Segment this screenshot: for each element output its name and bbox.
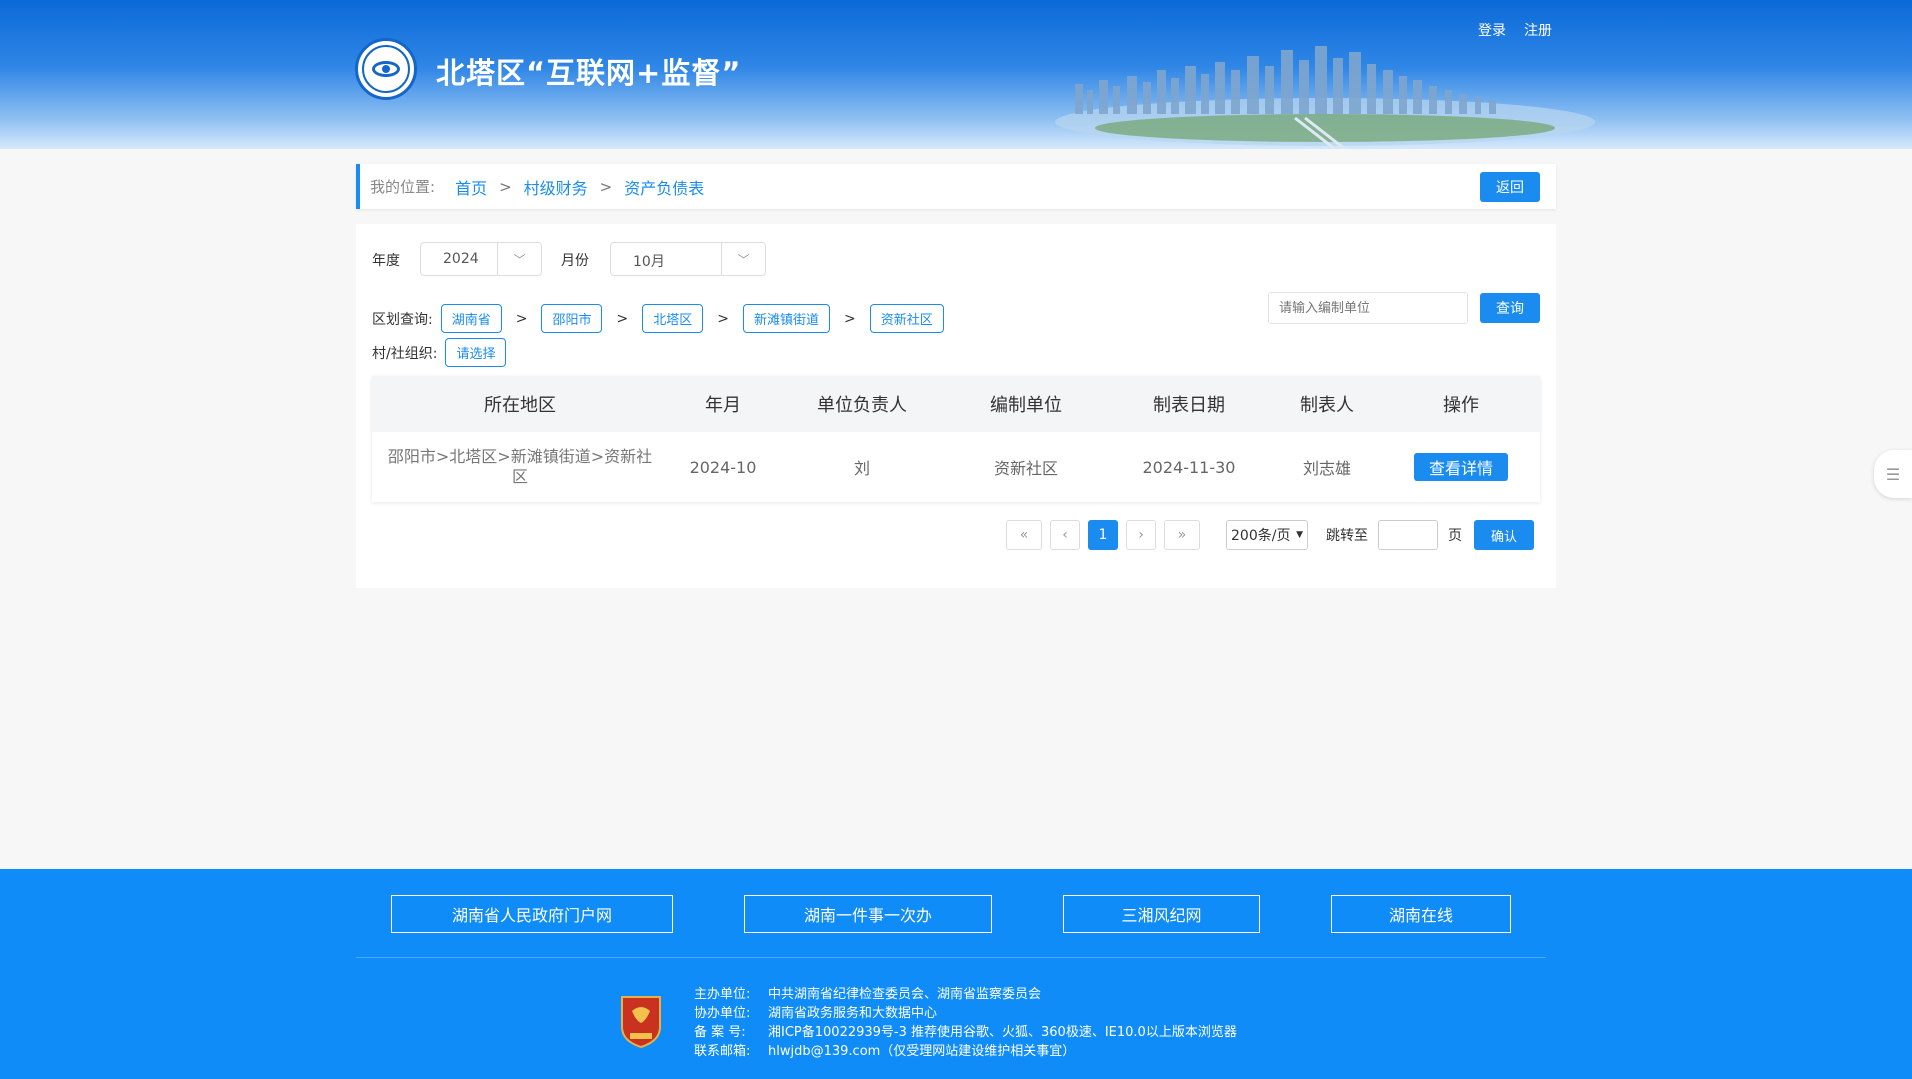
eye-icon bbox=[372, 61, 400, 77]
region-tag-town[interactable]: 新滩镇街道 bbox=[742, 304, 830, 333]
region-separator: > bbox=[616, 310, 629, 327]
col-period: 年月 bbox=[705, 395, 741, 416]
breadcrumb-separator: > bbox=[599, 177, 613, 196]
region-label: 区划查询: bbox=[372, 311, 433, 328]
col-region: 所在地区 bbox=[484, 395, 556, 416]
footer-link-gov-portal[interactable]: 湖南省人民政府门户网 bbox=[391, 895, 673, 933]
month-label: 月份 bbox=[561, 253, 589, 269]
footer-info: 主办单位: 中共湖南省纪律检查委员会、湖南省监察委员会 协办单位: 湖南省政务服务和… bbox=[694, 985, 1237, 1061]
side-menu-toggle[interactable]: ☰ bbox=[1874, 450, 1912, 498]
page-number-current[interactable]: 1 bbox=[1088, 520, 1118, 550]
footer-sponsor: 主办单位: 中共湖南省纪律检查委员会、湖南省监察委员会 bbox=[694, 987, 1042, 1002]
cell-maker: 刘志雄 bbox=[1302, 459, 1351, 478]
last-page-icon[interactable]: » bbox=[1164, 520, 1200, 550]
unit-search-input[interactable] bbox=[1268, 292, 1468, 324]
confirm-jump-button[interactable]: 确认 bbox=[1474, 520, 1534, 550]
breadcrumb: 我的位置: 首页 > 村级财务 > 资产负债表 返回 bbox=[356, 164, 1556, 209]
cell-leader: 刘 bbox=[853, 459, 870, 478]
col-action: 操作 bbox=[1443, 395, 1479, 416]
back-button[interactable]: 返回 bbox=[1480, 172, 1540, 202]
year-label: 年度 bbox=[372, 253, 400, 269]
site-title: 北塔区“互联网+监督” bbox=[436, 56, 742, 90]
org-filter: 村/社组织: 请选择 bbox=[372, 338, 507, 367]
org-select-tag[interactable]: 请选择 bbox=[445, 338, 507, 367]
site-logo[interactable] bbox=[355, 38, 417, 100]
prev-page-icon[interactable]: ‹ bbox=[1050, 520, 1080, 550]
caret-down-icon: ▼ bbox=[1296, 530, 1303, 540]
breadcrumb-village-finance[interactable]: 村级财务 bbox=[524, 175, 588, 199]
chevron-down-icon: ﹀ bbox=[497, 243, 541, 275]
site-footer: 湖南省人民政府门户网 湖南一件事一次办 三湘风纪网 湖南在线 主办单位: 中共湖南… bbox=[0, 869, 1912, 1079]
pagination: « ‹ 1 › » 200条/页 ▼ 跳转至 页 确认 bbox=[1006, 520, 1534, 550]
breadcrumb-home[interactable]: 首页 bbox=[455, 175, 487, 199]
jump-page-input[interactable] bbox=[1378, 520, 1438, 550]
year-value: 2024 bbox=[443, 251, 479, 267]
org-label: 村/社组织: bbox=[372, 345, 438, 362]
cell-period: 2024-10 bbox=[689, 457, 757, 477]
table-row: 邵阳市>北塔区>新滩镇街道>资新社区 2024-10 刘 资新社区 2024-1… bbox=[372, 432, 1540, 502]
footer-icp: 备 案 号: 湘ICP备10022939号-3 推荐使用谷歌、火狐、360极速、I… bbox=[694, 1025, 1237, 1040]
breadcrumb-label: 我的位置: bbox=[370, 178, 436, 196]
page-unit-label: 页 bbox=[1448, 528, 1462, 544]
city-skyline-image bbox=[1055, 46, 1595, 149]
first-page-icon[interactable]: « bbox=[1006, 520, 1042, 550]
region-tag-community[interactable]: 资新社区 bbox=[869, 304, 944, 333]
footer-link-sanxiang[interactable]: 三湘风纪网 bbox=[1063, 895, 1260, 933]
month-value: 10月 bbox=[633, 254, 665, 270]
col-leader: 单位负责人 bbox=[817, 395, 907, 416]
cell-action: 查看详情 bbox=[1382, 453, 1540, 481]
cell-date: 2024-11-30 bbox=[1142, 457, 1236, 477]
region-tag-district[interactable]: 北塔区 bbox=[642, 304, 704, 333]
col-unit: 编制单位 bbox=[990, 395, 1062, 416]
breadcrumb-separator: > bbox=[499, 177, 512, 196]
breadcrumb-balance-sheet[interactable]: 资产负债表 bbox=[624, 175, 704, 199]
footer-link-one-thing[interactable]: 湖南一件事一次办 bbox=[744, 895, 992, 933]
region-separator: > bbox=[843, 310, 856, 327]
site-header: 北塔区“互联网+监督” 登录 注册 bbox=[0, 0, 1912, 149]
footer-co-sponsor: 协办单位: 湖南省政务服务和大数据中心 bbox=[694, 1006, 938, 1021]
login-link[interactable]: 登录 bbox=[1478, 20, 1506, 40]
page-size-select[interactable]: 200条/页 ▼ bbox=[1226, 520, 1308, 550]
year-select[interactable]: 2024 ﹀ bbox=[420, 242, 542, 276]
col-maker: 制表人 bbox=[1300, 395, 1354, 416]
region-tag-city[interactable]: 邵阳市 bbox=[541, 304, 603, 333]
page-size-value: 200条/页 bbox=[1231, 528, 1291, 544]
month-select[interactable]: 10月 ﹀ bbox=[610, 242, 766, 276]
next-page-icon[interactable]: › bbox=[1126, 520, 1156, 550]
footer-email: 联系邮箱: hlwjdb@139.com（仅受理网站建设维护相关事宜） bbox=[694, 1044, 1076, 1059]
region-tag-province[interactable]: 湖南省 bbox=[440, 304, 502, 333]
footer-divider bbox=[356, 957, 1546, 958]
chevron-down-icon: ﹀ bbox=[721, 243, 765, 275]
region-separator: > bbox=[717, 310, 729, 327]
balance-sheet-table: 所在地区 年月 单位负责人 编制单位 制表日期 制表人 操作 邵阳市>北塔区>新… bbox=[372, 376, 1540, 502]
view-detail-button[interactable]: 查看详情 bbox=[1414, 453, 1508, 481]
region-separator: > bbox=[515, 310, 528, 327]
register-link[interactable]: 注册 bbox=[1524, 20, 1552, 40]
cell-region: 邵阳市>北塔区>新滩镇街道>资新社区 bbox=[387, 447, 653, 486]
region-filter: 区划查询: 湖南省 > 邵阳市 > 北塔区 > 新滩镇街道 > 资新社区 bbox=[372, 304, 944, 333]
table-header: 所在地区 年月 单位负责人 编制单位 制表日期 制表人 操作 bbox=[372, 376, 1540, 432]
content-panel: 年度 2024 ﹀ 月份 10月 ﹀ 区划查询: 湖南省 > 邵阳市 > 北塔区… bbox=[356, 224, 1556, 588]
party-emblem-icon bbox=[621, 996, 661, 1049]
top-links: 登录 注册 bbox=[1478, 20, 1552, 40]
search-button[interactable]: 查询 bbox=[1480, 293, 1540, 323]
footer-link-hunan-online[interactable]: 湖南在线 bbox=[1331, 895, 1511, 933]
logo-ring bbox=[362, 45, 410, 93]
jump-label: 跳转至 bbox=[1326, 528, 1368, 544]
cell-unit: 资新社区 bbox=[993, 459, 1058, 478]
col-date: 制表日期 bbox=[1153, 395, 1225, 416]
list-menu-icon: ☰ bbox=[1885, 464, 1901, 484]
